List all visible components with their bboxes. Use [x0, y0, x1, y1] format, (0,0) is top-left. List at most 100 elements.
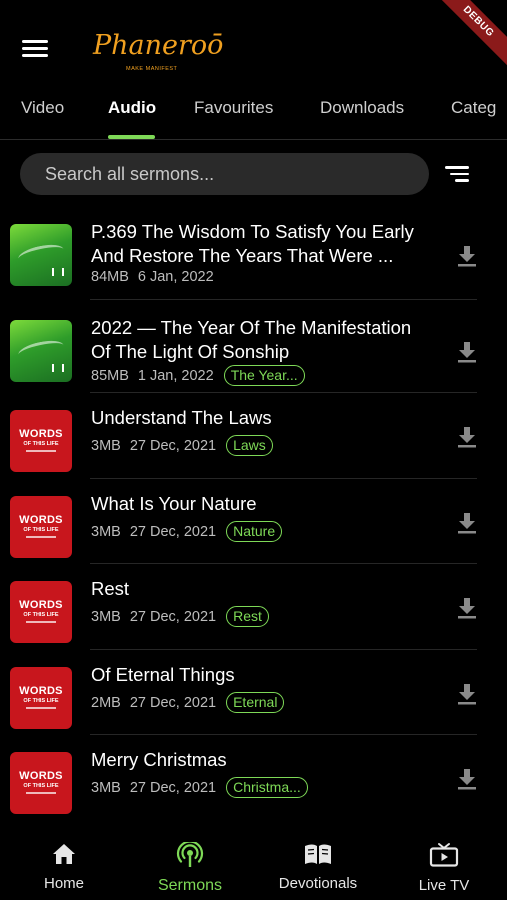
nav-sermons-label: Sermons	[157, 877, 223, 894]
cover-title: WORDS	[19, 599, 63, 611]
file-size: 2MB	[91, 694, 121, 711]
sermon-title: Of Eternal Things	[91, 664, 235, 685]
tab-favourites[interactable]: Favourites	[194, 98, 273, 118]
sermon-title: What Is Your Nature	[91, 493, 257, 514]
tab-video[interactable]: Video	[21, 98, 64, 118]
logo-text: Phaneroō	[93, 30, 224, 61]
sermon-title: P.369 The Wisdom To Satisfy You Early An…	[91, 221, 414, 266]
sermon-title: 2022 — The Year Of The Manifestation Of …	[91, 317, 412, 362]
download-icon[interactable]	[457, 426, 477, 448]
search-input[interactable]	[20, 153, 429, 195]
book-icon	[305, 844, 331, 864]
search-bar	[20, 153, 490, 195]
nav-devotionals[interactable]: Devotionals	[278, 842, 358, 892]
nav-live-tv[interactable]: Live TV	[415, 842, 473, 894]
sermon-date: 27 Dec, 2021	[129, 437, 217, 454]
app-logo: Phaneroō MAKE MANIFEST	[93, 28, 223, 74]
row-divider	[90, 734, 477, 735]
filter-icon[interactable]	[445, 166, 469, 184]
nav-live-tv-label: Live TV	[418, 877, 470, 894]
tab-categories[interactable]: Categ	[451, 98, 496, 118]
sermon-cover: WORDS OF THIS LIFE	[10, 410, 72, 472]
app-header: Phaneroō MAKE MANIFEST DEBUG	[0, 0, 507, 88]
sermon-meta: 85MB 1 Jan, 2022 The Year...	[91, 365, 305, 386]
cover-subtitle: OF THIS LIFE	[23, 527, 59, 533]
row-divider	[90, 299, 477, 300]
cover-title: WORDS	[19, 428, 63, 440]
sermon-title: Rest	[91, 578, 130, 599]
download-icon[interactable]	[457, 683, 477, 705]
sermon-title: Understand The Laws	[91, 407, 272, 428]
sermon-cover: WORDS OF THIS LIFE	[10, 667, 72, 729]
sermon-cover	[10, 224, 72, 286]
download-icon[interactable]	[457, 512, 477, 534]
sermon-date: 27 Dec, 2021	[129, 523, 217, 540]
cover-title: WORDS	[19, 770, 63, 782]
bottom-nav: Home Sermons Devotionals Live TV	[0, 830, 507, 900]
sermon-meta: 3MB 27 Dec, 2021 Christma...	[91, 777, 308, 798]
sermon-list: P.369 The Wisdom To Satisfy You Early An…	[0, 205, 507, 830]
cover-title: WORDS	[19, 514, 63, 526]
sermon-title: Merry Christmas	[91, 749, 227, 770]
sermon-date: 6 Jan, 2022	[137, 269, 214, 285]
sermon-date: 1 Jan, 2022	[137, 367, 214, 384]
sermon-meta: 84MB 6 Jan, 2022	[91, 269, 214, 285]
nav-sermons[interactable]: Sermons	[155, 840, 225, 895]
sermon-item[interactable]: WORDS OF THIS LIFE Merry Christmas 3MB 27 De…	[0, 748, 507, 830]
podcast-icon	[176, 840, 204, 867]
sermon-item[interactable]: WORDS OF THIS LIFE What Is Your Nature 3MB 2…	[0, 492, 507, 577]
category-tag[interactable]: Eternal	[226, 692, 285, 713]
tv-icon	[429, 843, 459, 867]
sermon-meta: 3MB 27 Dec, 2021 Laws	[91, 435, 273, 456]
category-tag[interactable]: Nature	[226, 521, 283, 542]
row-divider	[90, 649, 477, 650]
menu-icon[interactable]	[22, 40, 48, 62]
file-size: 3MB	[91, 608, 121, 625]
tab-downloads[interactable]: Downloads	[320, 98, 404, 118]
sermon-item[interactable]: 2022 — The Year Of The Manifestation Of …	[0, 313, 507, 406]
cover-title: WORDS	[19, 685, 63, 697]
sermon-date: 27 Dec, 2021	[129, 694, 217, 711]
download-icon[interactable]	[457, 341, 477, 363]
category-tag[interactable]: The Year...	[223, 365, 305, 386]
nav-home-label: Home	[43, 875, 84, 892]
file-size: 3MB	[91, 779, 121, 796]
sermon-item[interactable]: WORDS OF THIS LIFE Understand The Laws 3MB 2…	[0, 406, 507, 492]
category-tag[interactable]: Christma...	[226, 777, 308, 798]
sermon-meta: 3MB 27 Dec, 2021 Nature	[91, 521, 283, 542]
sermon-cover: WORDS OF THIS LIFE	[10, 496, 72, 558]
sermon-item[interactable]: WORDS OF THIS LIFE Rest 3MB 27 Dec, 2021 Rest	[0, 577, 507, 663]
cover-subtitle: OF THIS LIFE	[23, 698, 59, 704]
file-size: 3MB	[91, 523, 121, 540]
sermon-item[interactable]: P.369 The Wisdom To Satisfy You Early An…	[0, 217, 507, 313]
category-tag[interactable]: Laws	[226, 435, 273, 456]
cover-subtitle: OF THIS LIFE	[23, 783, 59, 789]
cover-subtitle: OF THIS LIFE	[23, 612, 59, 618]
sermon-meta: 3MB 27 Dec, 2021 Rest	[91, 606, 269, 627]
row-divider	[90, 563, 477, 564]
sermon-cover	[10, 320, 72, 382]
tab-audio[interactable]: Audio	[108, 98, 156, 118]
sermon-date: 27 Dec, 2021	[129, 608, 217, 625]
sermon-date: 27 Dec, 2021	[129, 779, 217, 796]
download-icon[interactable]	[457, 597, 477, 619]
sermon-cover: WORDS OF THIS LIFE	[10, 752, 72, 814]
debug-ribbon: DEBUG	[432, 0, 507, 68]
nav-home[interactable]: Home	[40, 842, 88, 892]
cover-subtitle: OF THIS LIFE	[23, 441, 59, 447]
category-tag[interactable]: Rest	[226, 606, 269, 627]
row-divider	[90, 478, 477, 479]
file-size: 85MB	[91, 367, 129, 384]
sermon-cover: WORDS OF THIS LIFE	[10, 581, 72, 643]
row-divider	[90, 392, 477, 393]
sermon-item[interactable]: WORDS OF THIS LIFE Of Eternal Things 2MB 27 …	[0, 663, 507, 748]
file-size: 84MB	[91, 269, 129, 285]
download-icon[interactable]	[457, 245, 477, 267]
active-tab-indicator	[108, 135, 155, 139]
file-size: 3MB	[91, 437, 121, 454]
sermon-meta: 2MB 27 Dec, 2021 Eternal	[91, 692, 285, 713]
logo-tagline: MAKE MANIFEST	[126, 66, 178, 72]
download-icon[interactable]	[457, 768, 477, 790]
category-tabs: Video Audio Favourites Downloads Categ	[0, 88, 507, 140]
nav-devotionals-label: Devotionals	[278, 875, 358, 892]
